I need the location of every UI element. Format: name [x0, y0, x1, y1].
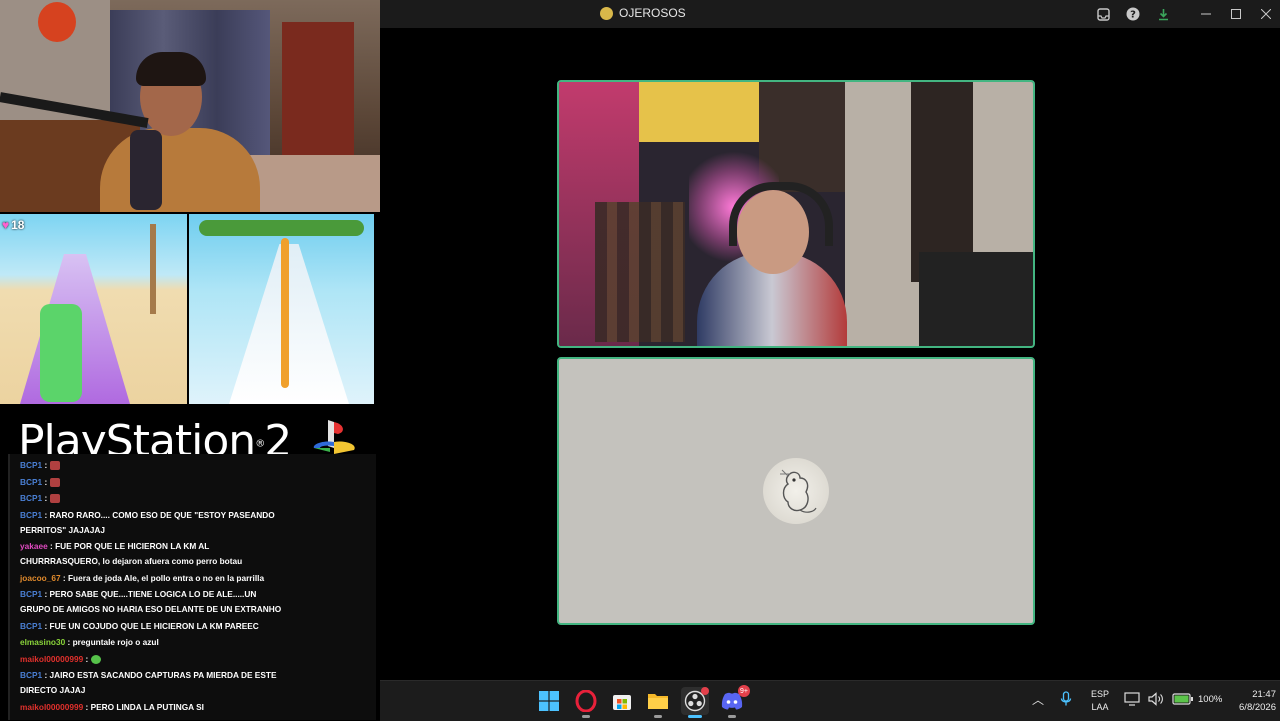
chat-message: joacoo_67 : Fuera de joda Ale, el pollo …: [20, 571, 284, 586]
chat-username[interactable]: yakaee: [20, 541, 48, 551]
windows-logo-icon: [539, 691, 559, 711]
participant-avatar: [763, 458, 829, 524]
rat-sketch-icon: [780, 469, 817, 513]
chat-message: BCP1 : FUE UN COJUDO QUE LE HICIERON LA …: [20, 619, 284, 634]
input-language-indicator[interactable]: ESP LAA: [1088, 688, 1112, 714]
participant-video-tile[interactable]: [557, 80, 1035, 348]
start-button[interactable]: [535, 687, 563, 715]
chat-username[interactable]: BCP1: [20, 477, 42, 487]
taskbar-microsoft-store[interactable]: [608, 687, 636, 715]
opera-icon: [575, 690, 597, 712]
participant-avatar-tile[interactable]: [557, 357, 1035, 625]
chat-message: maikol00000999 : PERO LINDA LA PUTINGA S…: [20, 700, 284, 715]
discord-window: OJEROSOS ?: [380, 0, 1280, 680]
playstation-symbol-icon: [313, 420, 355, 454]
chat-text: :: [44, 460, 48, 470]
gem-icon: ♥: [2, 218, 10, 232]
chat-username[interactable]: elmasino30: [20, 637, 65, 647]
folder-icon: [648, 694, 668, 709]
discord-notification-badge: 9+: [738, 685, 750, 697]
system-clock[interactable]: 21:47 6/8/2026: [1226, 688, 1276, 714]
chat-username[interactable]: BCP1: [20, 589, 42, 599]
minimize-button[interactable]: [1196, 4, 1216, 24]
store-icon: [613, 695, 631, 710]
chat-username[interactable]: maikol00000999: [20, 654, 83, 664]
streamer-webcam: [0, 0, 380, 212]
chat-emote-icon: [49, 477, 60, 487]
chat-message: elmasino30 : preguntale rojo o azul: [20, 635, 284, 650]
battery-percentage: 100%: [1198, 694, 1223, 705]
battery-charging-icon[interactable]: [1172, 693, 1194, 705]
chat-emote-icon: [49, 494, 60, 504]
show-hidden-icons-chevron-icon[interactable]: ︿: [1032, 691, 1044, 708]
volume-icon[interactable]: [1148, 692, 1164, 706]
microphone-icon[interactable]: [1060, 691, 1072, 707]
chat-message: BCP1 :: [20, 458, 284, 473]
chat-text: : JAIRO ESTA SACANDO CAPTURAS PA MIERDA …: [20, 670, 277, 695]
close-button[interactable]: [1256, 4, 1276, 24]
voice-call-stage: [380, 28, 1280, 680]
chat-message: BCP1 :: [20, 475, 284, 490]
gem-counter: ♥ 18: [2, 218, 25, 232]
maximize-button[interactable]: [1226, 4, 1246, 24]
chat-text: :: [85, 653, 89, 664]
chat-emote-icon: [49, 461, 60, 471]
chat-text: : FUE POR QUE LE HICIERON LA KM AL CHURR…: [20, 541, 243, 566]
chat-text: :: [44, 493, 48, 503]
chat-username[interactable]: BCP1: [20, 621, 42, 631]
chat-username[interactable]: BCP1: [20, 460, 42, 470]
download-icon[interactable]: [1153, 4, 1173, 24]
help-icon[interactable]: ?: [1123, 4, 1143, 24]
recording-indicator: [701, 687, 709, 695]
chat-username[interactable]: BCP1: [20, 670, 42, 680]
chat-text: : RARO RARO.... COMO ESO DE QUE "ESTOY P…: [20, 509, 275, 535]
title-bar: OJEROSOS ?: [380, 0, 1280, 28]
chat-text: : preguntale rojo o azul: [67, 637, 159, 647]
chat-message: BCP1 : JAIRO ESTA SACANDO CAPTURAS PA MI…: [20, 668, 284, 698]
taskbar-discord[interactable]: 9+: [718, 685, 750, 718]
clock-date: 6/8/2026: [1239, 702, 1276, 713]
chat-username[interactable]: BCP1: [20, 493, 42, 503]
inbox-icon[interactable]: [1093, 4, 1113, 24]
taskbar-file-explorer[interactable]: [644, 687, 672, 718]
chat-message: BCP1 : PERO SABE QUE....TIENE LOGICA LO …: [20, 587, 284, 617]
stream-overlay: ♥ 18 PlayStation®2 BCP1 : BCP1 : BCP1 : B…: [0, 0, 380, 720]
chat-text: : FUE UN COJUDO QUE LE HICIERON LA KM PA…: [44, 620, 259, 631]
gameplay-left-pane: ♥ 18: [0, 214, 187, 404]
chat-message: BCP1 : RARO RARO.... COMO ESO DE QUE "ES…: [20, 508, 284, 538]
chat-username[interactable]: joacoo_67: [20, 573, 61, 583]
chat-text: :: [44, 476, 48, 487]
windows-taskbar: 9+ ︿ ESP LAA 100% 21:47 6/8/2026: [380, 680, 1280, 721]
gameplay-capture: ♥ 18: [0, 214, 374, 404]
chat-text: : Fuera de joda Ale, el pollo entra o no…: [62, 572, 265, 583]
chat-message-list: BCP1 : BCP1 : BCP1 : BCP1 : RARO RARO...…: [10, 454, 376, 715]
chat-username[interactable]: maikol00000999: [20, 702, 83, 712]
chat-emote-icon: [90, 654, 101, 664]
display-icon[interactable]: [1124, 692, 1140, 706]
stream-chat: BCP1 : BCP1 : BCP1 : BCP1 : RARO RARO...…: [8, 454, 376, 720]
gameplay-right-pane: [189, 214, 374, 404]
chat-message: maikol00000999 :: [20, 652, 284, 667]
chat-message: yakaee : FUE POR QUE LE HICIERON LA KM A…: [20, 539, 284, 569]
taskbar-obs-studio[interactable]: [681, 687, 709, 718]
clock-time: 21:47: [1252, 689, 1276, 700]
taskbar-opera-gx[interactable]: [572, 687, 600, 718]
chat-text: : PERO SABE QUE....TIENE LOGICA LO DE AL…: [20, 589, 282, 614]
window-title: OJEROSOS: [600, 6, 686, 20]
chat-username[interactable]: BCP1: [20, 510, 42, 520]
server-icon: [600, 6, 613, 20]
svg-text:?: ?: [1130, 10, 1136, 21]
chat-text: : PERO LINDA LA PUTINGA SI: [85, 701, 204, 712]
chat-message: BCP1 :: [20, 491, 284, 506]
